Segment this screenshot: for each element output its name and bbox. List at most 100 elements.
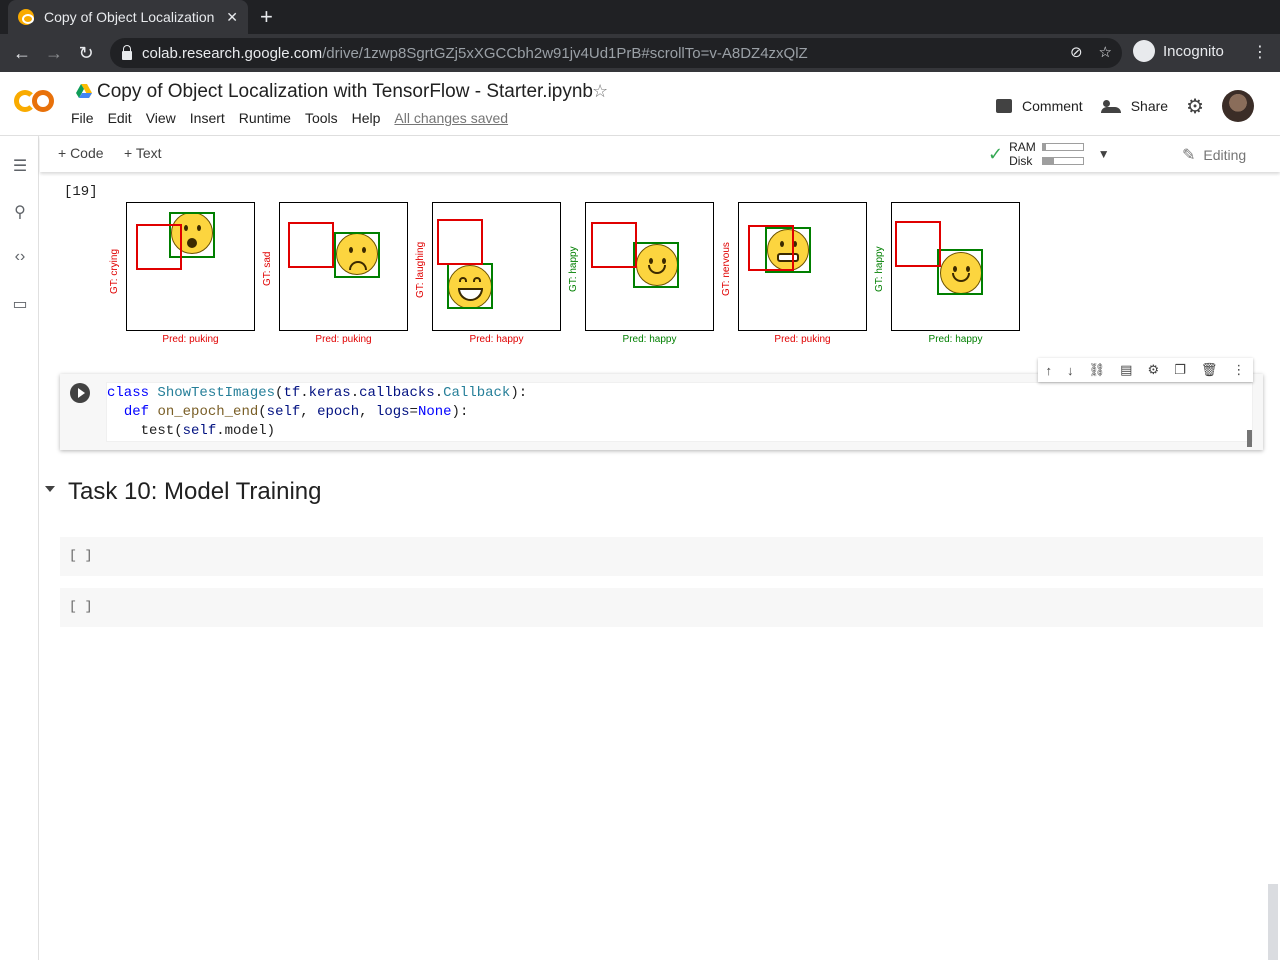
code-cell[interactable]: class ShowTestImages(tf.keras.callbacks.… xyxy=(60,374,1263,450)
incognito-label: Incognito xyxy=(1163,42,1224,60)
tab-title: Copy of Object Localization xyxy=(44,9,215,25)
output-image-panel xyxy=(891,202,1020,331)
disk-usage-bar xyxy=(1041,157,1084,165)
reload-icon[interactable]: ↻ xyxy=(70,43,102,64)
pred-label: Pred: puking xyxy=(774,334,831,345)
colab-header: Copy of Object Localization with TensorF… xyxy=(0,72,1280,136)
header-actions: Comment Share ⚙ xyxy=(996,90,1254,122)
run-cell-button[interactable] xyxy=(70,383,90,403)
move-up-icon[interactable]: ↑ xyxy=(1046,363,1053,378)
section-heading: Task 10: Model Training xyxy=(68,478,322,505)
browser-tab[interactable]: Copy of Object Localization ✕ xyxy=(8,0,248,34)
incognito-icon xyxy=(1133,40,1155,62)
menu-bar: File Edit View Insert Runtime Tools Help… xyxy=(71,110,508,126)
url-path: /drive/1zwp8SgrtGZj5xXGCCbh2w91jv4Ud1PrB… xyxy=(322,44,808,62)
chevron-down-icon[interactable]: ▼ xyxy=(1098,147,1110,161)
menu-file[interactable]: File xyxy=(71,110,94,126)
gt-label: GT: nervous xyxy=(721,242,732,296)
disk-label: Disk xyxy=(1009,154,1033,168)
ram-label: RAM xyxy=(1009,140,1036,154)
gt-label: GT: sad xyxy=(262,251,273,286)
pred-label: Pred: puking xyxy=(315,334,372,345)
share-people-icon xyxy=(1100,100,1121,113)
delete-icon[interactable]: 🗑 xyxy=(1201,362,1218,378)
comment-cell-icon[interactable]: ▤ xyxy=(1120,362,1132,378)
execution-count: [ ] xyxy=(69,599,93,614)
empty-code-cell[interactable]: [ ] xyxy=(60,537,1263,576)
gt-label: GT: laughing xyxy=(415,241,426,298)
menu-runtime[interactable]: Runtime xyxy=(239,110,291,126)
colab-logo-icon[interactable] xyxy=(14,88,56,114)
connected-check-icon: ✓ xyxy=(988,143,1004,164)
more-vert-icon[interactable]: ⋮ xyxy=(1232,362,1245,378)
pred-label: Pred: happy xyxy=(469,334,524,345)
code-line: def on_epoch_end(self, epoch, logs=None)… xyxy=(123,404,469,420)
left-sidebar: ☰ ⚲ ‹› ▭ xyxy=(0,136,39,960)
output-image-panel xyxy=(432,202,561,331)
google-drive-icon[interactable] xyxy=(76,84,92,98)
cell-action-toolbar: ↑ ↓ ⛓ ▤ ⚙ ❐ 🗑 ⋮ xyxy=(1038,358,1253,382)
avatar[interactable] xyxy=(1222,90,1254,122)
page-scrollbar[interactable] xyxy=(1268,884,1278,960)
pred-label: Pred: happy xyxy=(928,334,983,345)
pred-label: Pred: happy xyxy=(622,334,677,345)
gear-icon[interactable]: ⚙ xyxy=(1186,94,1204,119)
back-arrow-icon[interactable]: ← xyxy=(6,43,38,64)
star-icon[interactable]: ☆ xyxy=(592,81,608,102)
editor-scrollbar[interactable] xyxy=(1247,430,1252,447)
editing-label: Editing xyxy=(1203,147,1247,163)
colab-favicon-icon xyxy=(18,9,34,25)
pencil-icon: ✎ xyxy=(1182,147,1196,164)
menu-insert[interactable]: Insert xyxy=(190,110,225,126)
code-editor[interactable]: class ShowTestImages(tf.keras.callbacks.… xyxy=(106,382,1253,447)
comment-button[interactable]: Comment xyxy=(996,98,1083,114)
output-image-panel xyxy=(738,202,867,331)
new-tab-button[interactable]: + xyxy=(260,6,273,28)
output-image-panel xyxy=(585,202,714,331)
incognito-indicator[interactable]: Incognito xyxy=(1133,40,1224,62)
menu-edit[interactable]: Edit xyxy=(108,110,132,126)
output-image-panel xyxy=(279,202,408,331)
link-icon[interactable]: ⛓ xyxy=(1089,362,1106,378)
comment-icon xyxy=(996,99,1013,113)
output-image-panel xyxy=(126,202,255,331)
save-status[interactable]: All changes saved xyxy=(394,110,508,126)
collapse-section-icon[interactable] xyxy=(45,486,55,492)
more-vert-icon[interactable]: ⋮ xyxy=(1252,42,1268,62)
share-label: Share xyxy=(1130,98,1169,114)
gt-label: GT: crying xyxy=(109,248,120,294)
menu-tools[interactable]: Tools xyxy=(305,110,338,126)
address-bar[interactable]: colab.research.google.com/drive/1zwp8Sgr… xyxy=(110,38,1122,68)
comment-label: Comment xyxy=(1022,98,1083,114)
menu-view[interactable]: View xyxy=(146,110,176,126)
lock-icon xyxy=(122,44,132,60)
table-of-contents-icon[interactable]: ☰ xyxy=(10,156,30,176)
cell-settings-icon[interactable]: ⚙ xyxy=(1147,362,1159,378)
folder-icon[interactable]: ▭ xyxy=(10,294,30,314)
share-button[interactable]: Share xyxy=(1100,98,1169,114)
empty-code-cell[interactable]: [ ] xyxy=(60,588,1263,627)
resource-monitor[interactable]: ✓ RAM Disk ▼ xyxy=(988,140,1110,168)
search-icon[interactable]: ⚲ xyxy=(10,202,30,222)
menu-help[interactable]: Help xyxy=(352,110,381,126)
add-code-button[interactable]: + Code xyxy=(58,145,104,161)
move-down-icon[interactable]: ↓ xyxy=(1067,363,1074,378)
browser-tab-strip: Copy of Object Localization ✕ + xyxy=(0,0,1280,34)
mirror-cell-icon[interactable]: ❐ xyxy=(1174,362,1186,378)
notebook-title[interactable]: Copy of Object Localization with TensorF… xyxy=(97,81,593,103)
code-line: class ShowTestImages(tf.keras.callbacks.… xyxy=(107,385,528,401)
notebook-toolbar: + Code + Text ✓ RAM Disk ▼ ✎ Editing ︿ xyxy=(40,136,1280,172)
forward-arrow-icon[interactable]: → xyxy=(38,43,70,64)
gt-label: GT: happy xyxy=(874,246,885,292)
close-icon[interactable]: ✕ xyxy=(226,9,238,26)
bookmark-star-icon[interactable]: ☆ xyxy=(1099,43,1112,61)
add-text-button[interactable]: + Text xyxy=(124,145,162,161)
ram-usage-bar xyxy=(1041,143,1084,151)
editing-mode-button[interactable]: ✎ Editing xyxy=(1182,145,1246,165)
pred-label: Pred: puking xyxy=(162,334,219,345)
code-snippets-icon[interactable]: ‹› xyxy=(10,248,30,266)
execution-count: [19] xyxy=(64,184,98,200)
url-host: colab.research.google.com xyxy=(142,44,323,62)
tracking-blocked-icon[interactable]: ⊘ xyxy=(1070,43,1083,61)
execution-count: [ ] xyxy=(69,548,93,563)
